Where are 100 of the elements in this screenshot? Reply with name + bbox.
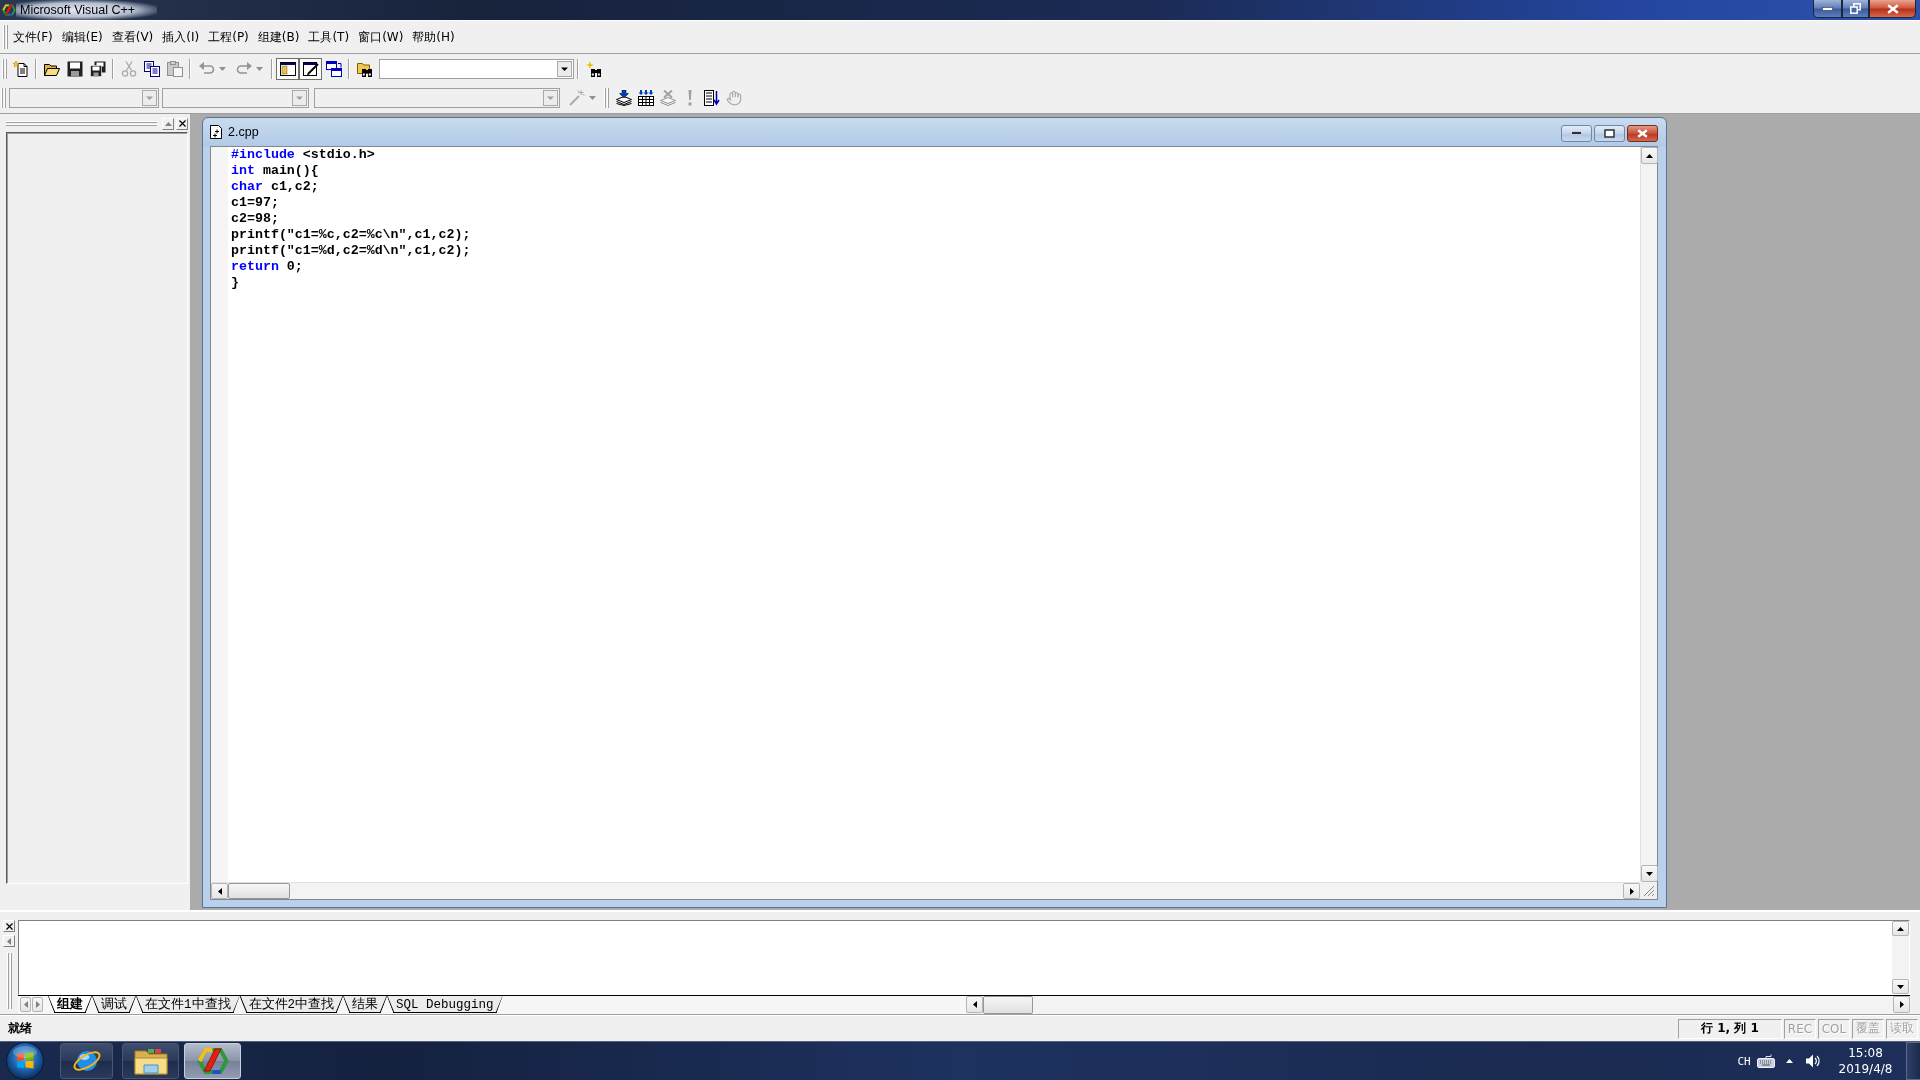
grip-handle[interactable] bbox=[604, 88, 609, 109]
menu-item[interactable]: 文件(F) bbox=[8, 26, 58, 48]
arrow-up-icon bbox=[1646, 153, 1653, 158]
keyboard-icon bbox=[1757, 1054, 1775, 1068]
caret-down-icon bbox=[256, 66, 263, 71]
show-desktop-button[interactable] bbox=[1906, 1042, 1920, 1080]
close-icon bbox=[178, 120, 186, 127]
copy-icon bbox=[143, 60, 160, 77]
scroll-right-button[interactable] bbox=[1893, 996, 1910, 1013]
arrow-up-icon bbox=[1897, 926, 1904, 931]
menu-item[interactable]: 工程(P) bbox=[203, 26, 254, 48]
status-message: 就绪 bbox=[8, 1020, 32, 1037]
menu-item[interactable]: 工具(T) bbox=[303, 26, 354, 48]
arrow-down-icon bbox=[1646, 871, 1653, 876]
scrollbar-thumb[interactable] bbox=[228, 883, 290, 899]
grip-handle[interactable] bbox=[2, 58, 7, 79]
output-tab[interactable]: 组建 bbox=[48, 996, 92, 1013]
speaker-icon bbox=[1805, 1053, 1821, 1069]
binoculars-sparkle-icon bbox=[585, 60, 602, 77]
taskbar-button[interactable] bbox=[122, 1043, 179, 1079]
caret-down-icon bbox=[588, 96, 596, 101]
status-pane: 读取 bbox=[1886, 1018, 1918, 1039]
scroll-left-button[interactable] bbox=[211, 883, 228, 899]
scroll-left-button[interactable] bbox=[966, 996, 983, 1013]
menu-item[interactable]: 帮助(H) bbox=[407, 26, 460, 48]
floppy-disks-icon bbox=[89, 60, 106, 77]
window-title: Microsoft Visual C++ bbox=[16, 0, 158, 20]
tab-scroll-right-button[interactable] bbox=[32, 997, 43, 1012]
exclamation-icon bbox=[687, 90, 693, 107]
arrow-right-icon bbox=[35, 1001, 40, 1008]
resize-grip-icon bbox=[1643, 885, 1655, 897]
scroll-right-button[interactable] bbox=[1623, 883, 1640, 899]
output-tab[interactable]: 在文件2中查找 bbox=[239, 996, 344, 1013]
close-button[interactable] bbox=[1869, 0, 1916, 18]
arrow-right-icon bbox=[1899, 1001, 1904, 1008]
status-pane: COL bbox=[1818, 1018, 1850, 1039]
taskbar-button[interactable] bbox=[60, 1043, 113, 1079]
code-line: c1=97; bbox=[231, 195, 279, 211]
grip-handle[interactable] bbox=[3, 25, 8, 49]
clock-button[interactable]: 15:08 2019/4/8 bbox=[1825, 1043, 1906, 1079]
output-tab[interactable]: SQL Debugging bbox=[387, 996, 503, 1013]
arrow-left-icon bbox=[7, 937, 11, 945]
close-icon bbox=[1637, 128, 1648, 138]
magic-wand-icon bbox=[568, 90, 585, 107]
code-line: return 0; bbox=[231, 259, 303, 275]
tab-scroll-left-button[interactable] bbox=[20, 997, 31, 1012]
code-line: #include <stdio.h> bbox=[231, 147, 375, 163]
document-plus-icon bbox=[210, 125, 222, 139]
minimize-button[interactable] bbox=[1813, 0, 1842, 18]
scroll-up-button[interactable] bbox=[1641, 147, 1658, 164]
language-button[interactable]: CH bbox=[1733, 1047, 1755, 1075]
scroll-down-button[interactable] bbox=[1641, 865, 1658, 882]
scroll-up-button[interactable] bbox=[1892, 921, 1909, 936]
clipboard-icon bbox=[166, 60, 183, 77]
menu-item[interactable]: 编辑(E) bbox=[57, 26, 108, 48]
output-tab[interactable]: 调试 bbox=[92, 996, 136, 1013]
code-line: } bbox=[231, 275, 239, 291]
arrow-down-icon bbox=[1897, 984, 1904, 989]
menu-item[interactable]: 插入(I) bbox=[157, 26, 204, 48]
minimize-button[interactable] bbox=[1561, 124, 1592, 142]
arrow-left-icon bbox=[217, 887, 222, 895]
close-icon bbox=[1886, 3, 1899, 14]
window-panel-icon bbox=[279, 60, 296, 77]
document-title: 2.cpp bbox=[228, 125, 259, 139]
code-line: char c1,c2; bbox=[231, 179, 319, 195]
page-star-icon bbox=[12, 60, 29, 77]
output-tab[interactable]: 在文件1中查找 bbox=[136, 996, 240, 1013]
restore-button[interactable] bbox=[1842, 0, 1869, 18]
scroll-down-button[interactable] bbox=[1892, 979, 1909, 994]
output-tab[interactable]: 结果 bbox=[343, 996, 388, 1013]
minimize-icon bbox=[1571, 131, 1582, 135]
arrow-right-icon bbox=[1629, 887, 1634, 895]
hand-icon bbox=[726, 90, 742, 107]
scrollbar-thumb[interactable] bbox=[983, 996, 1033, 1014]
undo-icon bbox=[199, 60, 215, 77]
grip-handle[interactable] bbox=[6, 953, 12, 1009]
menu-item[interactable]: 窗口(W) bbox=[353, 26, 408, 48]
expand-button[interactable] bbox=[162, 117, 174, 130]
menu-item[interactable]: 查看(V) bbox=[107, 26, 158, 48]
caret-down-icon bbox=[219, 66, 226, 71]
minimize-icon bbox=[1822, 6, 1833, 11]
maximize-button[interactable] bbox=[1594, 124, 1625, 142]
expand-button[interactable] bbox=[3, 935, 15, 947]
code-line: int main(){ bbox=[231, 163, 319, 179]
output-button[interactable] bbox=[299, 57, 322, 80]
grip-handle[interactable] bbox=[1, 88, 6, 109]
stacked-windows-icon bbox=[325, 60, 342, 77]
close-icon bbox=[5, 922, 13, 930]
flag-orb-icon bbox=[6, 1042, 44, 1080]
code-line: printf("c1=%d,c2=%d\n",c1,c2); bbox=[231, 243, 471, 259]
window-pen-icon bbox=[302, 60, 319, 77]
close-button[interactable] bbox=[1627, 124, 1658, 142]
start-button[interactable] bbox=[4, 1042, 46, 1080]
menu-item[interactable]: 组建(B) bbox=[253, 26, 304, 48]
maximize-icon bbox=[1604, 128, 1615, 138]
status-pane: 覆盖 bbox=[1852, 1018, 1884, 1039]
arrow-left-icon bbox=[23, 1001, 28, 1008]
restore-icon bbox=[1850, 3, 1861, 14]
grip-handle[interactable] bbox=[6, 121, 157, 126]
workspace-button[interactable] bbox=[276, 57, 299, 80]
